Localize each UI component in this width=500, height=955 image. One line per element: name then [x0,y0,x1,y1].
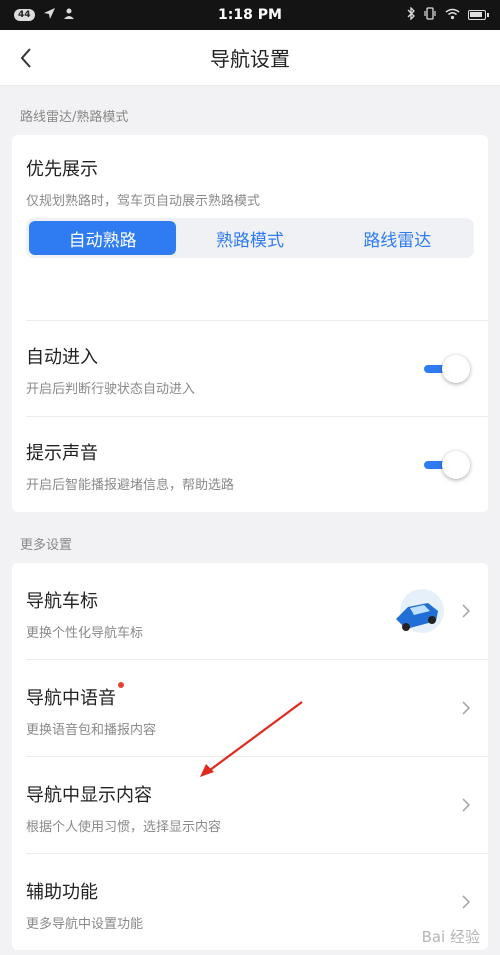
battery-icon [467,10,489,20]
nav-display-content-row[interactable]: 导航中显示内容 根据个人使用习惯，选择显示内容 [12,757,488,853]
sound-title: 提示声音 [26,443,98,464]
accessibility-row[interactable]: 辅助功能 更多导航中设置功能 [12,854,488,950]
auto-enter-toggle[interactable] [424,355,470,383]
person-icon [63,8,78,23]
toggle-knob [442,451,470,479]
bluetooth-icon [407,6,415,23]
page-title: 导航设置 [210,47,290,71]
nav-voice-row[interactable]: 导航中语音 更换语音包和播报内容 [12,660,488,756]
chevron-right-icon [460,797,472,813]
nav-voice-subtitle: 更换语音包和播报内容 [26,723,157,738]
car-icon [386,589,446,639]
toggle-knob [442,355,470,383]
accessibility-title: 辅助功能 [26,882,98,903]
sound-row: 提示声音 开启后智能播报避堵信息，帮助选路 [12,417,488,512]
back-chevron-icon[interactable] [14,44,42,72]
priority-segmented-control: 自动熟路 熟路模式 路线雷达 [26,218,474,258]
segment-route-radar[interactable]: 路线雷达 [324,221,471,255]
vibrate-icon [423,7,437,23]
sound-toggle[interactable] [424,451,470,479]
status-left: 44 [14,7,174,23]
chevron-right-icon [460,894,472,910]
section-title-more: 更多设置 [20,538,73,553]
more-settings-card: 导航车标 更换个性化导航车标 导航中语音 更换语音包和播报内容 导航中显示内容 … [12,563,488,950]
segment-auto-familiar[interactable]: 自动熟路 [29,221,177,255]
auto-enter-title: 自动进入 [26,347,98,368]
status-right [326,6,489,23]
navigation-arrow-icon [43,7,56,23]
nav-voice-title-text: 导航中语音 [26,688,116,709]
section-title-radar: 路线雷达/熟路模式 [20,110,129,125]
watermark: Bai 经验 [421,928,480,946]
nav-car-icon-row[interactable]: 导航车标 更换个性化导航车标 [12,563,488,659]
nav-display-content-title: 导航中显示内容 [26,785,152,806]
auto-enter-row: 自动进入 开启后判断行驶状态自动进入 [12,321,488,416]
segment-familiar-mode[interactable]: 熟路模式 [176,221,323,255]
priority-subtitle: 仅规划熟路时，驾车页自动展示熟路模式 [26,194,261,209]
nav-display-content-subtitle: 根据个人使用习惯，选择显示内容 [26,820,222,835]
new-dot-badge [118,682,124,688]
sound-subtitle: 开启后智能播报避堵信息，帮助选路 [26,478,235,493]
app-header: 导航设置 [0,30,500,86]
chevron-right-icon [460,700,472,716]
accessibility-subtitle: 更多导航中设置功能 [26,917,144,932]
status-bar: 44 1:18 PM [0,0,500,30]
notification-badge: 44 [14,9,35,21]
radar-settings-card: 优先展示 仅规划熟路时，驾车页自动展示熟路模式 自动熟路 熟路模式 路线雷达 自… [12,135,488,512]
nav-voice-title: 导航中语音 [26,682,474,710]
status-time: 1:18 PM [218,7,282,23]
chevron-right-icon [460,603,472,619]
priority-title: 优先展示 [26,159,98,180]
priority-display-row: 优先展示 仅规划熟路时，驾车页自动展示熟路模式 自动熟路 熟路模式 路线雷达 [12,135,488,320]
wifi-icon [445,8,460,23]
auto-enter-subtitle: 开启后判断行驶状态自动进入 [26,382,196,397]
